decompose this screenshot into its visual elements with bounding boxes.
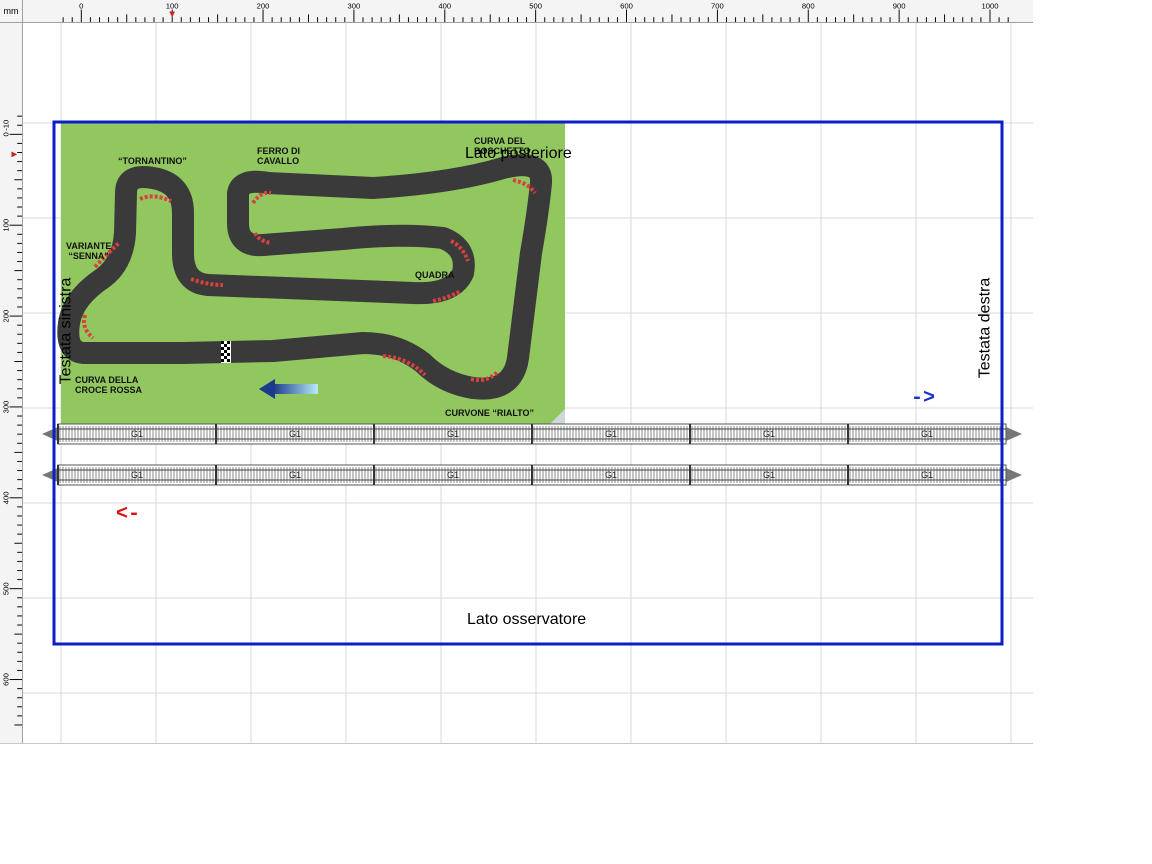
label-variante-senna: VARIANTE “SENNA” (66, 241, 111, 261)
ruler-tick-label: -10 (2, 120, 11, 131)
ruler-tick-label: 400 (2, 491, 11, 504)
piece-label: G1 (289, 429, 301, 439)
straight-piece[interactable]: G1 (847, 464, 1007, 486)
ruler-tick-label: 300 (348, 2, 361, 11)
ruler-tick-label: 600 (620, 2, 633, 11)
label-left-end: Testata sinistra (57, 277, 75, 385)
straight-piece[interactable]: G1 (215, 464, 375, 486)
straight-piece[interactable]: G1 (57, 464, 217, 486)
label-observer-side: Lato osservatore (467, 611, 587, 628)
straight-piece[interactable]: G1 (373, 423, 533, 445)
drawing-area[interactable]: G1 G1 G1 G1 G1 G1 G1 G1 G1 G1 G1 G1 (23, 23, 1033, 743)
ruler-tick-label: 100 (166, 2, 179, 11)
straight-piece[interactable]: G1 (531, 423, 691, 445)
ruler-tick-label: 600 (2, 673, 11, 686)
ruler-tick-label: 100 (2, 219, 11, 232)
piece-label: G1 (921, 429, 933, 439)
piece-label: G1 (763, 429, 775, 439)
vertical-ruler[interactable]: -100 100 200 300 400 500 600 (0, 23, 23, 744)
ruler-position-marker (169, 11, 176, 18)
label-back-side: Lato posteriore (465, 145, 572, 162)
piece-label: G1 (131, 470, 143, 480)
ruler-tick-label: 700 (711, 2, 724, 11)
ruler-tick-label: 500 (529, 2, 542, 11)
design-canvas[interactable]: mm 0 100 200 300 400 500 600 700 800 900 1000 -10 0… (0, 0, 1033, 744)
track-end-connector-icon[interactable] (1006, 468, 1022, 482)
label-ferro-di-cavallo: FERRO DI CAVALLO (257, 146, 300, 166)
piece-label: G1 (921, 470, 933, 480)
start-finish-line (221, 341, 231, 363)
label-quadra: QUADRA (415, 270, 455, 280)
label-ferro-text: FERRO DI CAVALLO (257, 146, 301, 166)
piece-label: G1 (763, 470, 775, 480)
straight-piece[interactable]: G1 (373, 464, 533, 486)
straight-piece[interactable]: G1 (531, 464, 691, 486)
label-rialto: CURVONE “RIALTO” (445, 408, 535, 418)
piece-label: G1 (447, 429, 459, 439)
ruler-unit-label: mm (0, 0, 23, 23)
track-end-connector-icon[interactable] (42, 427, 58, 441)
straight-piece[interactable]: G1 (689, 464, 849, 486)
ruler-tick-label: 800 (802, 2, 815, 11)
track-end-connector-icon[interactable] (1006, 427, 1022, 441)
horizontal-ruler[interactable]: 0 100 200 300 400 500 600 700 800 900 1000 (23, 0, 1033, 23)
straight-piece[interactable]: G1 (847, 423, 1007, 445)
direction-arrow-right: -> (911, 387, 936, 410)
ruler-tick-label: 1000 (982, 2, 999, 11)
ruler-position-marker (11, 151, 18, 158)
page-boundary (0, 743, 1033, 744)
ruler-tick-label: 900 (893, 2, 906, 11)
ruler-tick-label: 300 (2, 401, 11, 414)
piece-label: G1 (605, 429, 617, 439)
label-croce-rossa: CURVA DELLA CROCE ROSSA (75, 375, 142, 395)
track-end-connector-icon[interactable] (42, 468, 58, 482)
piece-label: G1 (605, 470, 617, 480)
ruler-tick-label: 0 (79, 2, 83, 11)
straight-piece[interactable]: G1 (689, 423, 849, 445)
ruler-tick-label: 200 (2, 310, 11, 323)
label-croce-text: CURVA DELLA CROCE ROSSA (75, 375, 143, 395)
ruler-tick-label: 200 (257, 2, 270, 11)
straight-sections: G1 G1 G1 G1 G1 G1 G1 G1 G1 G1 G1 G1 (42, 423, 1022, 486)
straight-piece[interactable]: G1 (215, 423, 375, 445)
piece-label: G1 (447, 470, 459, 480)
piece-label: G1 (131, 429, 143, 439)
ruler-tick-label: 500 (2, 582, 11, 595)
label-right-end: Testata destra (976, 277, 994, 379)
track-layout-image[interactable] (57, 81, 565, 426)
ruler-tick-label: 400 (438, 2, 451, 11)
straight-piece[interactable]: G1 (57, 423, 217, 445)
piece-label: G1 (289, 470, 301, 480)
label-tornantino: “TORNANTINO” (118, 156, 187, 166)
direction-arrow-left: <- (116, 503, 141, 526)
ruler-tick-label: 0 (2, 132, 11, 136)
label-senna-text: VARIANTE “SENNA” (66, 241, 112, 261)
